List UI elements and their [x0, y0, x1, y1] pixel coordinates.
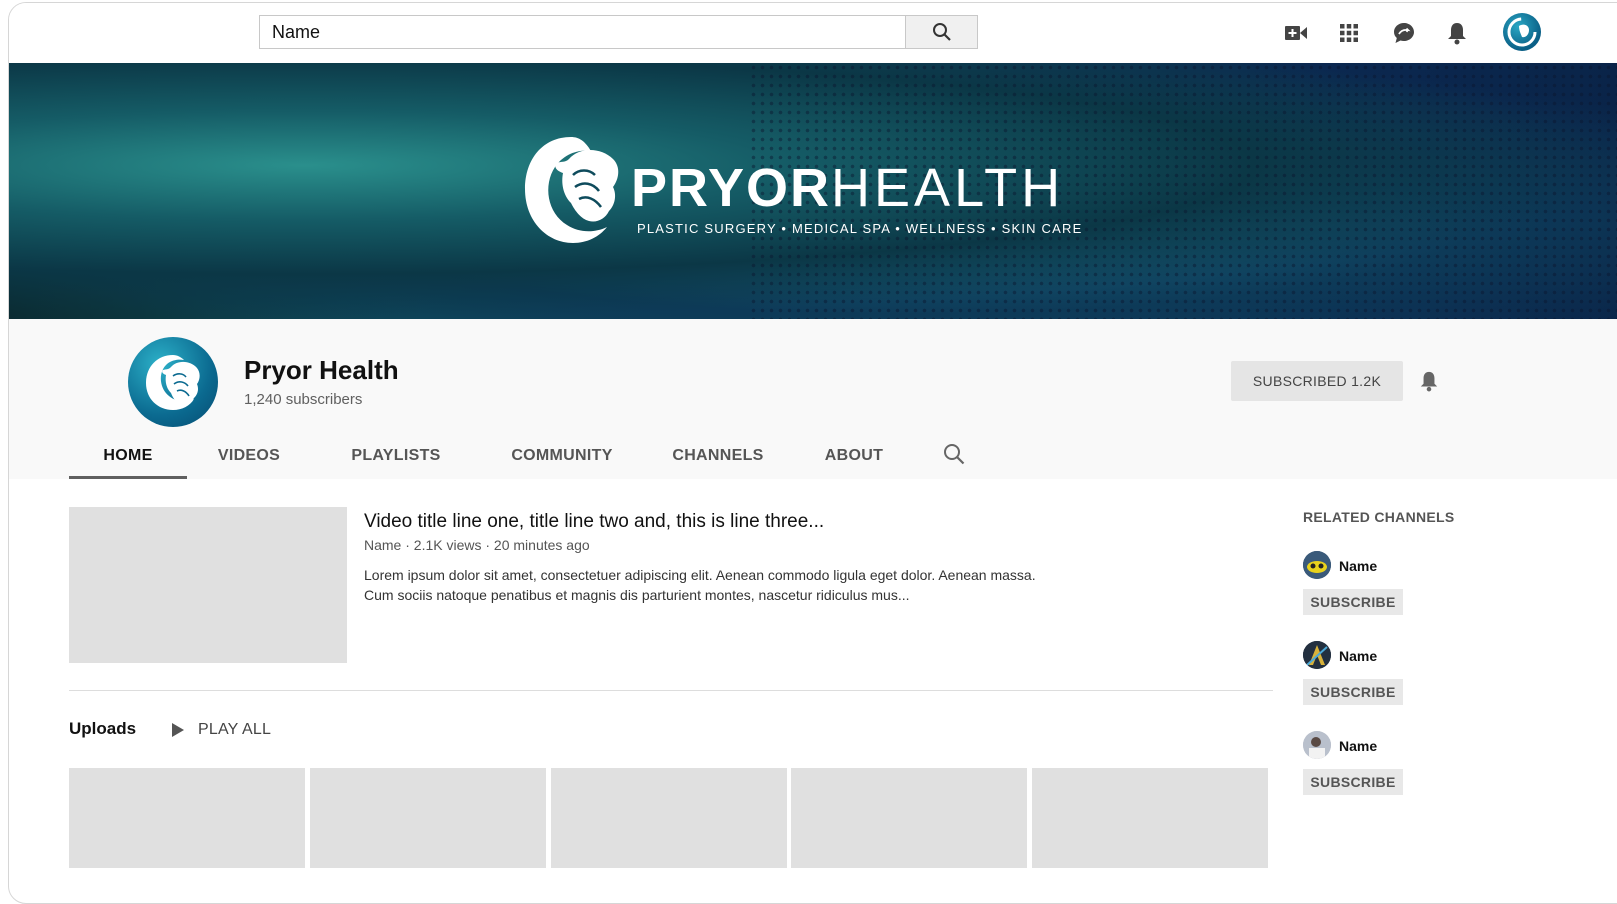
- featured-video-meta: Name · 2.1K views · 20 minutes ago: [364, 537, 590, 553]
- channel-search-icon[interactable]: [943, 443, 965, 470]
- apps-grid-icon[interactable]: [1335, 19, 1363, 47]
- related-subscribe-button[interactable]: SUBSCRIBE: [1303, 769, 1403, 795]
- related-channel-avatar[interactable]: [1303, 641, 1331, 669]
- related-channel-name[interactable]: Name: [1339, 738, 1377, 754]
- app-frame: Name PRYORHEALTH PLASTIC SURGERY • MEDIC…: [8, 2, 1617, 904]
- channel-notification-bell-icon[interactable]: [1419, 369, 1439, 398]
- channel-avatar[interactable]: [128, 337, 218, 427]
- search-input[interactable]: Name: [259, 15, 905, 49]
- search-icon: [932, 23, 951, 41]
- notifications-bell-icon[interactable]: [1443, 19, 1471, 47]
- pryor-health-logo-icon: [525, 137, 619, 243]
- upload-thumbnail[interactable]: [551, 768, 787, 868]
- channel-banner: PRYORHEALTH PLASTIC SURGERY • MEDICAL SP…: [9, 63, 1617, 319]
- channel-header: Pryor Health 1,240 subscribers SUBSCRIBE…: [9, 319, 1617, 479]
- tab-about[interactable]: ABOUT: [804, 435, 904, 479]
- play-all-button[interactable]: PLAY ALL: [198, 721, 271, 739]
- tab-channels[interactable]: CHANNELS: [653, 435, 783, 479]
- account-avatar[interactable]: [1503, 13, 1541, 51]
- featured-video-thumbnail[interactable]: [69, 507, 347, 663]
- related-channel-name[interactable]: Name: [1339, 648, 1377, 664]
- subscriber-count: 1,240 subscribers: [244, 391, 363, 408]
- featured-video-title[interactable]: Video title line one, title line two and…: [364, 511, 824, 533]
- related-subscribe-button[interactable]: SUBSCRIBE: [1303, 679, 1403, 705]
- messages-icon[interactable]: [1390, 19, 1418, 47]
- create-video-icon[interactable]: [1282, 19, 1310, 47]
- tab-community[interactable]: COMMUNITY: [487, 435, 637, 479]
- channel-name: Pryor Health: [244, 355, 399, 385]
- section-divider: [69, 690, 1273, 691]
- upload-thumbnail[interactable]: [791, 768, 1027, 868]
- search-button[interactable]: [905, 15, 978, 49]
- play-icon[interactable]: [171, 722, 185, 738]
- related-channels-heading: RELATED CHANNELS: [1303, 509, 1455, 525]
- uploads-heading: Uploads: [69, 719, 137, 738]
- description-line-1: Lorem ipsum dolor sit amet, consectetuer…: [364, 567, 1036, 583]
- top-bar: Name: [9, 3, 1617, 63]
- related-channel-avatar[interactable]: [1303, 731, 1331, 759]
- subscribed-button[interactable]: SUBSCRIBED 1.2K: [1231, 361, 1403, 401]
- banner-tagline: PLASTIC SURGERY • MEDICAL SPA • WELLNESS…: [637, 221, 1083, 236]
- upload-thumbnail[interactable]: [69, 768, 305, 868]
- related-channel-name[interactable]: Name: [1339, 558, 1377, 574]
- tab-videos[interactable]: VIDEOS: [199, 435, 299, 479]
- upload-thumbnail[interactable]: [310, 768, 546, 868]
- related-channel-avatar[interactable]: [1303, 551, 1331, 579]
- tab-playlists[interactable]: PLAYLISTS: [331, 435, 461, 479]
- brand-bold: PRYOR: [631, 158, 832, 218]
- description-line-2: Cum sociis natoque penatibus et magnis d…: [364, 587, 910, 603]
- related-subscribe-button[interactable]: SUBSCRIBE: [1303, 589, 1403, 615]
- tab-home[interactable]: HOME: [69, 435, 187, 479]
- featured-video-description: Lorem ipsum dolor sit amet, consectetuer…: [364, 565, 1094, 605]
- brand-light: HEALTH: [831, 158, 1065, 218]
- upload-thumbnail[interactable]: [1032, 768, 1268, 868]
- banner-brand-text: PRYORHEALTH: [631, 159, 1064, 217]
